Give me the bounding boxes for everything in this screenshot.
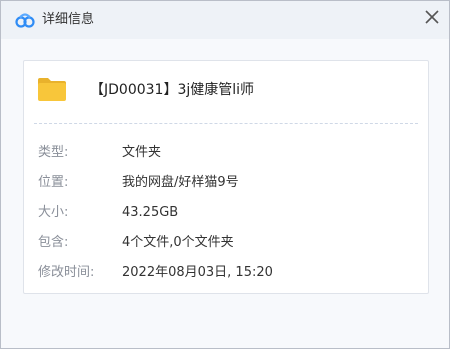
divider [34,123,418,124]
type-label: 类型: [38,145,69,160]
detail-row-size: 大小: 43.25GB [38,204,418,222]
size-value: 43.25GB [122,205,179,220]
type-value: 文件夹 [122,145,162,160]
location-value: 我的网盘/好样猫9号 [122,175,239,190]
detail-row-location: 位置: 我的网盘/好样猫9号 [38,174,418,192]
details-card: 【JD00031】3j健康管li师 类型: 文件夹 位置: 我的网盘/好样猫9号… [23,60,429,294]
detail-row-modified: 修改时间: 2022年08月03日, 15:20 [38,264,418,282]
contains-value: 4个文件,0个文件夹 [122,235,234,250]
folder-icon [38,78,66,101]
contains-label: 包含: [38,235,69,250]
details-dialog: 详细信息 【JD00031】3j健康管li师 类型: 文件夹 位置: 我的网盘/… [0,0,450,349]
title-bar: 详细信息 [1,1,449,39]
file-name: 【JD00031】3j健康管li师 [90,82,255,98]
size-label: 大小: [38,205,69,220]
baidu-netdisk-logo-icon [15,13,35,28]
modified-label: 修改时间: [38,265,95,280]
detail-row-type: 类型: 文件夹 [38,144,418,162]
location-label: 位置: [38,175,69,190]
modified-value: 2022年08月03日, 15:20 [122,265,273,280]
dialog-title: 详细信息 [42,12,95,27]
close-icon[interactable] [421,6,443,28]
detail-row-contains: 包含: 4个文件,0个文件夹 [38,234,418,252]
